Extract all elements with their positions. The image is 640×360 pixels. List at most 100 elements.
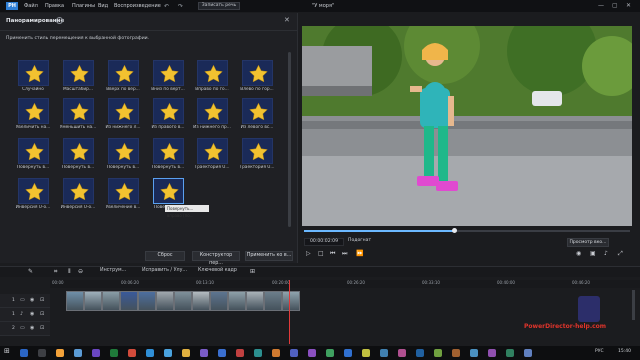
- delete-icon[interactable]: ⊖: [78, 268, 83, 275]
- effect-tile[interactable]: [242, 98, 273, 124]
- effect-tile[interactable]: [197, 138, 228, 164]
- taskbar-app-icon[interactable]: [488, 349, 496, 357]
- effect-tile[interactable]: [63, 178, 94, 204]
- minimize-icon[interactable]: —: [598, 2, 604, 9]
- stop-icon[interactable]: □: [318, 250, 324, 257]
- taskbar-app-icon[interactable]: [344, 349, 352, 357]
- taskbar-app-icon[interactable]: [236, 349, 244, 357]
- taskbar-app-icon[interactable]: [380, 349, 388, 357]
- redo-icon[interactable]: ↷: [178, 3, 183, 10]
- effect-tile[interactable]: [197, 60, 228, 86]
- taskbar-app-icon[interactable]: [470, 349, 478, 357]
- taskbar-app-icon[interactable]: [272, 349, 280, 357]
- taskbar-app-icon[interactable]: [524, 349, 532, 357]
- taskbar-app-icon[interactable]: [506, 349, 514, 357]
- taskbar-app-icon[interactable]: [164, 349, 172, 357]
- timeline-clip[interactable]: [246, 291, 264, 311]
- taskbar-app-icon[interactable]: [200, 349, 208, 357]
- effect-tile[interactable]: [153, 98, 184, 124]
- effect-tile[interactable]: [108, 98, 139, 124]
- record-voice-button[interactable]: Записать речь: [198, 2, 240, 10]
- apply-all-button[interactable]: Применить ко в...: [245, 251, 293, 261]
- menu-edit[interactable]: Правка: [45, 3, 64, 9]
- visibility-icon[interactable]: ◉: [30, 297, 34, 303]
- menu-file[interactable]: Файл: [24, 3, 38, 9]
- effect-tile[interactable]: [108, 138, 139, 164]
- effect-tile[interactable]: [18, 138, 49, 164]
- close-panel-icon[interactable]: ✕: [284, 16, 290, 24]
- visibility-icon[interactable]: ◉: [30, 325, 34, 331]
- panel-scrollbar[interactable]: [288, 52, 291, 227]
- taskbar-app-icon[interactable]: [38, 349, 46, 357]
- taskbar-app-icon[interactable]: [218, 349, 226, 357]
- effect-tile[interactable]: [242, 138, 273, 164]
- timeline-clip[interactable]: [120, 291, 138, 311]
- effect-tile[interactable]: [108, 60, 139, 86]
- crop-icon[interactable]: ⌗: [54, 268, 57, 276]
- start-icon[interactable]: ⊞: [4, 347, 10, 355]
- effect-tile[interactable]: [197, 98, 228, 124]
- edit-icon[interactable]: ✎: [28, 268, 33, 275]
- taskbar-app-icon[interactable]: [74, 349, 82, 357]
- taskbar-app-icon[interactable]: [146, 349, 154, 357]
- language-indicator[interactable]: РУС: [595, 349, 604, 354]
- keyframe-button[interactable]: Ключевой кадр: [198, 268, 237, 273]
- taskbar-app-icon[interactable]: [452, 349, 460, 357]
- timeline-clip[interactable]: [264, 291, 282, 311]
- taskbar-app-icon[interactable]: [182, 349, 190, 357]
- fast-forward-icon[interactable]: ⏩: [356, 250, 363, 257]
- track-header-video-2[interactable]: 2 ▭ ◉ ⊡: [0, 322, 50, 336]
- seek-handle[interactable]: [452, 228, 457, 233]
- effect-tile[interactable]: [242, 60, 273, 86]
- prev-frame-icon[interactable]: ⏮: [330, 250, 335, 258]
- info-icon[interactable]: i: [56, 17, 63, 24]
- play-icon[interactable]: ▷: [306, 250, 311, 257]
- timeline-clip[interactable]: [210, 291, 228, 311]
- effect-tile[interactable]: [18, 98, 49, 124]
- timeline-clip[interactable]: [282, 291, 300, 311]
- timeline-clip[interactable]: [174, 291, 192, 311]
- effect-tile[interactable]: [153, 178, 184, 204]
- menu-view[interactable]: Вид: [98, 3, 108, 9]
- lock-icon[interactable]: ⊡: [40, 311, 44, 317]
- timeline-clip[interactable]: [156, 291, 174, 311]
- taskbar-app-icon[interactable]: [20, 349, 28, 357]
- timeline-clip[interactable]: [84, 291, 102, 311]
- menu-plugins[interactable]: Плагины: [72, 3, 95, 9]
- timecode[interactable]: 00:00:02:09: [304, 238, 344, 246]
- taskbar-app-icon[interactable]: [290, 349, 298, 357]
- taskbar-app-icon[interactable]: [92, 349, 100, 357]
- more-icon[interactable]: ⊞: [250, 268, 255, 275]
- effect-tile[interactable]: [63, 138, 94, 164]
- close-window-icon[interactable]: ✕: [626, 2, 631, 9]
- display-icon[interactable]: ▣: [590, 250, 596, 257]
- effect-tile[interactable]: [63, 98, 94, 124]
- taskbar-app-icon[interactable]: [362, 349, 370, 357]
- effect-tile[interactable]: [108, 178, 139, 204]
- next-frame-icon[interactable]: ⏭: [342, 250, 347, 258]
- effect-tile[interactable]: [153, 60, 184, 86]
- taskbar-app-icon[interactable]: [308, 349, 316, 357]
- timeline-clip[interactable]: [102, 291, 120, 311]
- taskbar-app-icon[interactable]: [56, 349, 64, 357]
- effect-tile[interactable]: [153, 138, 184, 164]
- fit-dropdown[interactable]: Подогнат: [348, 238, 371, 243]
- taskbar-app-icon[interactable]: [434, 349, 442, 357]
- timeline-clip[interactable]: [66, 291, 84, 311]
- reset-button[interactable]: Сброс: [145, 251, 185, 261]
- timeline-clip[interactable]: [192, 291, 210, 311]
- volume-icon[interactable]: ♪: [604, 250, 608, 257]
- timeline-clip[interactable]: [138, 291, 156, 311]
- undo-icon[interactable]: ↶: [164, 3, 169, 10]
- lock-icon[interactable]: ⊡: [40, 325, 44, 331]
- snapshot-icon[interactable]: ◉: [576, 250, 581, 257]
- taskbar-app-icon[interactable]: [416, 349, 424, 357]
- taskbar-app-icon[interactable]: [326, 349, 334, 357]
- taskbar-app-icon[interactable]: [128, 349, 136, 357]
- visibility-icon[interactable]: ◉: [30, 311, 34, 317]
- playhead[interactable]: [289, 280, 290, 344]
- maximize-icon[interactable]: ▢: [612, 2, 618, 9]
- fix-enhance-button[interactable]: Исправить / Улу...: [142, 268, 187, 273]
- taskbar-app-icon[interactable]: [254, 349, 262, 357]
- effect-tile[interactable]: [18, 60, 49, 86]
